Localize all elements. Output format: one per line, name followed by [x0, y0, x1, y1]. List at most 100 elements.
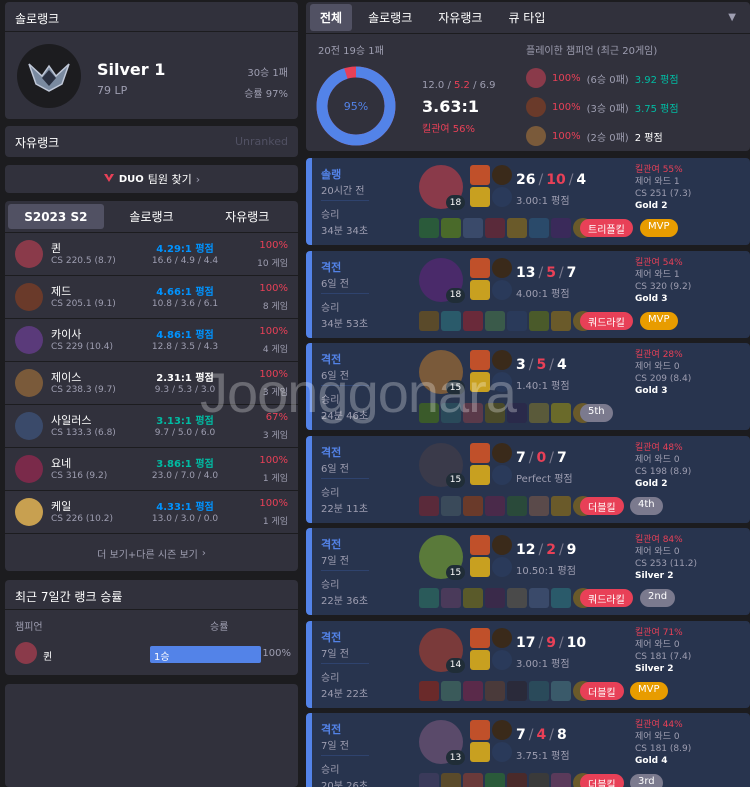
control-wards: 제어 와드 0: [635, 547, 680, 557]
assists: 8: [556, 727, 567, 743]
match-result: 승리: [321, 672, 340, 684]
champion-row[interactable]: 카이사 CS 229 (10.4) 4.86:1 평점 12.8 / 3.5 /…: [5, 319, 298, 362]
solo-tier: Silver 1: [97, 60, 166, 79]
assists: 10: [566, 634, 587, 651]
kills: 7: [516, 727, 526, 743]
champion-name: 사일러스: [51, 414, 92, 427]
tab-solo-rank[interactable]: 솔로랭크: [358, 4, 422, 31]
champion-name: 카이사: [51, 328, 82, 341]
match-card[interactable]: 격전 7일 전 승리 24분 22초 14 17/9/10 3.00:1 평점 …: [306, 620, 750, 708]
tab-flex-rank[interactable]: 자유랭크: [428, 4, 492, 31]
deaths: 5: [536, 357, 547, 373]
chevron-down-icon[interactable]: ▼: [728, 12, 736, 23]
deaths: 5: [546, 264, 556, 281]
match-time: 7일 전: [321, 648, 349, 660]
deaths: 9: [546, 634, 556, 651]
rune-icon: [492, 720, 512, 740]
multikill-badge: 더블킬: [580, 496, 624, 515]
played-champion-row[interactable]: 100% (6승 0패) 3.92 평점: [526, 66, 679, 90]
col-champion: 챔피언: [15, 622, 43, 633]
played-champion-row[interactable]: 100% (2승 0패) 2 평점: [526, 124, 663, 148]
kills: 26: [516, 172, 536, 188]
match-result: 승리: [321, 302, 340, 314]
recent-row[interactable]: 퀸 1승 100%: [5, 638, 298, 672]
assists: 4: [556, 357, 567, 373]
item-icon: [507, 403, 527, 423]
item-icon: [529, 310, 549, 331]
champion-avatar: [15, 240, 43, 268]
control-wards: 제어 와드 1: [635, 269, 680, 280]
match-result: 승리: [321, 580, 340, 591]
item-icon: [485, 218, 505, 238]
item-icon: [419, 310, 439, 331]
match-card[interactable]: 격전 7일 전 승리 20분 26초 13 7/4/8 3.75:1 평점 더블…: [306, 713, 750, 787]
champion-level: 15: [446, 380, 465, 395]
item-icon: [419, 680, 439, 701]
champion-games: 1 게임: [262, 474, 288, 484]
item-icon: [463, 680, 483, 701]
played-pct: 100%: [552, 72, 581, 84]
rune-icon: [492, 279, 512, 300]
kill-participation: 킬관여 84%: [635, 535, 683, 545]
champion-ratio: 2.31:1 평점: [156, 373, 214, 384]
item-icon: [485, 773, 505, 787]
champion-ratio: 3.86:1 평점: [156, 459, 214, 470]
match-stats: 킬관여 55% 제어 와드 1 CS 251 (7.3) Gold 2: [635, 164, 691, 212]
champion-row[interactable]: 제이스 CS 238.3 (9.7) 2.31:1 평점 9.3 / 5.3 /…: [5, 362, 298, 405]
champion-row[interactable]: 퀸 CS 220.5 (8.7) 4.29:1 평점 16.6 / 4.9 / …: [5, 233, 298, 276]
match-badge: 2nd: [640, 589, 676, 607]
champion-kda: 13.0 / 3.0 / 0.0: [151, 514, 219, 524]
spell-icon: [470, 165, 490, 185]
champion-cs: CS 205.1 (9.1): [51, 299, 116, 309]
champion-row[interactable]: 케일 CS 226 (10.2) 4.33:1 평점 13.0 / 3.0 / …: [5, 491, 298, 534]
divider: [321, 385, 369, 386]
tab-season[interactable]: S2023 S2: [8, 204, 104, 229]
divider: [321, 570, 369, 571]
divider: [321, 477, 369, 479]
champion-avatar: [526, 68, 546, 88]
more-seasons-button[interactable]: 더 보기+다른 시즌 보기 ›: [5, 534, 298, 571]
tab-flex[interactable]: 자유랭크: [199, 204, 295, 229]
match-card[interactable]: 격전 6일 전 승리 34분 53초 18 13/5/7 4.00:1 평점 쿼…: [306, 250, 750, 338]
champion-cs: CS 238.3 (9.7): [51, 385, 116, 395]
match-card[interactable]: 격전 6일 전 승리 24분 46초 15 3/5/4 1.40:1 평점 5t…: [306, 343, 750, 430]
rune-icon: [492, 350, 512, 370]
silver-emblem-icon: [17, 44, 81, 108]
item-icon: [485, 403, 505, 423]
match-ratio: 3.00:1 평점: [516, 658, 570, 670]
match-kda: 17/9/10: [516, 634, 587, 651]
match-kda: 3/5/4: [516, 357, 567, 373]
item-icon: [441, 680, 461, 701]
match-card[interactable]: 격전 6일 전 승리 22분 11초 15 7/0/7 Perfect 평점 더…: [306, 435, 750, 523]
item-list: [419, 218, 593, 238]
played-champion-row[interactable]: 100% (3승 0패) 3.75 평점: [526, 95, 679, 119]
champion-winrate: 100%: [259, 455, 288, 466]
rune-icon: [492, 464, 512, 485]
champion-row[interactable]: 요네 CS 316 (9.2) 3.86:1 평점 23.0 / 7.0 / 4…: [5, 448, 298, 491]
match-ratio: 4.00:1 평점: [516, 288, 570, 300]
champion-winrate: 100%: [259, 240, 288, 251]
spell-icon: [470, 187, 490, 207]
champion-winrate: 100%: [259, 326, 288, 337]
item-list: [419, 310, 593, 331]
duo-find-button[interactable]: DUO 팀원 찾기 ›: [5, 165, 298, 193]
champion-row[interactable]: 사일러스 CS 133.3 (6.8) 3.13:1 평점 9.7 / 5.0 …: [5, 405, 298, 448]
match-card[interactable]: 격전 7일 전 승리 22분 36초 15 12/2/9 10.50:1 평점 …: [306, 528, 750, 615]
played-score: 3.92 평점: [634, 74, 679, 86]
avg-kills: 12.0: [422, 80, 445, 91]
avg-deaths: 5.2: [454, 80, 470, 91]
match-tier: Gold 2: [635, 478, 668, 489]
rune-icon: [492, 187, 512, 207]
tab-queue-type[interactable]: 큐 타입: [498, 4, 555, 31]
item-list: [419, 680, 593, 701]
champion-cs: CS 220.5 (8.7): [51, 256, 116, 266]
spell-icon: [470, 649, 490, 670]
champion-avatar: [15, 283, 43, 311]
champion-row[interactable]: 제드 CS 205.1 (9.1) 4.66:1 평점 10.8 / 3.6 /…: [5, 276, 298, 319]
spell-icon: [470, 535, 490, 555]
spell-icon: [470, 720, 490, 740]
played-wl: (6승 0패): [586, 74, 629, 86]
tab-all[interactable]: 전체: [310, 4, 353, 31]
match-card[interactable]: 솔랭 20시간 전 승리 34분 34초 18 26/10/4 3.00:1 평…: [306, 158, 750, 245]
tab-solo[interactable]: 솔로랭크: [104, 204, 200, 229]
